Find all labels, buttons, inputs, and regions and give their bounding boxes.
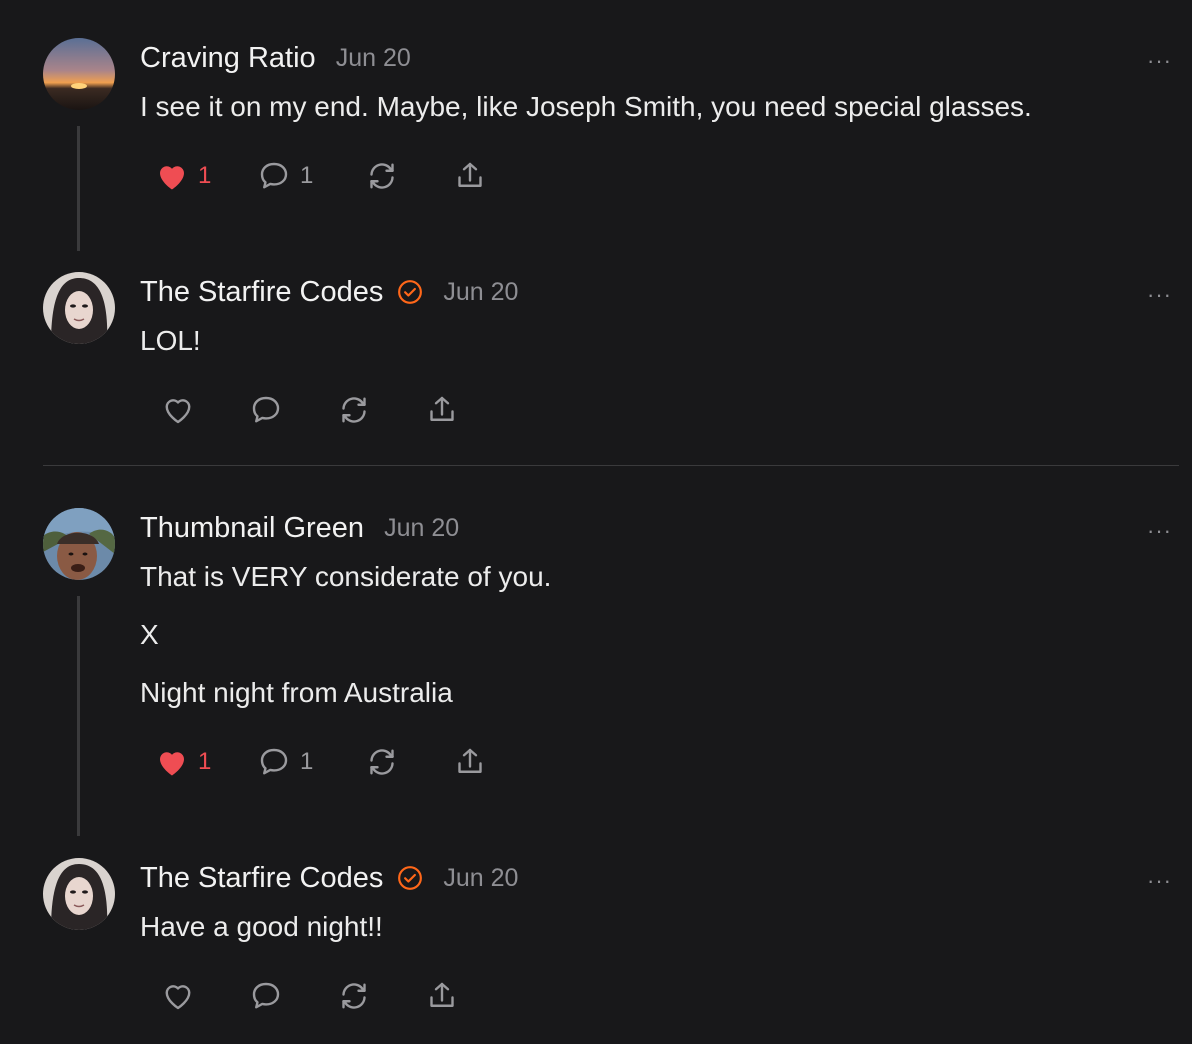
share-button[interactable] <box>424 976 460 1016</box>
comment-header: The Starfire Codes Jun 20 <box>140 272 518 312</box>
comment-icon <box>260 748 288 775</box>
reply-button[interactable]: 1 <box>256 742 313 782</box>
comment-date[interactable]: Jun 20 <box>336 44 411 73</box>
share-icon <box>458 162 482 187</box>
verified-icon <box>398 866 423 890</box>
comment-text: That is VERY considerate of you. <box>140 561 552 592</box>
comment-text: Have a good night!! <box>140 911 383 942</box>
share-icon <box>430 396 454 421</box>
share-icon <box>458 748 482 773</box>
like-count: 1 <box>198 748 212 775</box>
restack-icon <box>370 163 394 189</box>
more-icon[interactable]: ··· <box>1147 518 1172 544</box>
avatar[interactable] <box>43 508 115 580</box>
reply-count: 1 <box>300 162 314 189</box>
restack-icon <box>342 983 366 1009</box>
more-icon[interactable]: ··· <box>1147 868 1172 894</box>
comment-icon <box>252 982 280 1009</box>
share-button[interactable] <box>424 390 460 430</box>
restack-button[interactable] <box>336 390 372 430</box>
restack-button[interactable] <box>364 156 400 196</box>
share-button[interactable] <box>452 156 488 196</box>
avatar[interactable] <box>43 38 115 110</box>
avatar[interactable] <box>43 858 115 930</box>
heart-icon <box>160 752 184 776</box>
comment-date[interactable]: Jun 20 <box>443 864 518 893</box>
reply-count: 1 <box>300 748 314 775</box>
reply-button[interactable] <box>248 976 284 1016</box>
restack-button[interactable] <box>336 976 372 1016</box>
heart-icon <box>165 985 191 1010</box>
verified-icon <box>398 280 423 304</box>
more-icon[interactable]: ··· <box>1147 48 1172 74</box>
comment-header: The Starfire Codes Jun 20 <box>140 858 518 898</box>
comment-text: LOL! <box>140 325 201 356</box>
thread-line <box>77 126 80 251</box>
avatar[interactable] <box>43 272 115 344</box>
comment-date[interactable]: Jun 20 <box>384 514 459 543</box>
comment-icon <box>260 162 288 189</box>
share-button[interactable] <box>452 742 488 782</box>
reply-button[interactable]: 1 <box>256 156 313 196</box>
like-button[interactable]: 1 <box>154 156 211 196</box>
thread-line <box>77 596 80 836</box>
restack-button[interactable] <box>364 742 400 782</box>
author-name[interactable]: Thumbnail Green <box>140 512 364 545</box>
thread-divider <box>43 465 1179 466</box>
comment-header: Thumbnail Green Jun 20 <box>140 508 459 548</box>
author-name[interactable]: Craving Ratio <box>140 42 316 75</box>
share-icon <box>430 982 454 1007</box>
restack-icon <box>370 749 394 775</box>
author-name[interactable]: The Starfire Codes <box>140 862 383 895</box>
comment-icon <box>252 396 280 423</box>
restack-icon <box>342 397 366 423</box>
reply-button[interactable] <box>248 390 284 430</box>
comment-header: Craving Ratio Jun 20 <box>140 38 411 78</box>
like-button[interactable]: 1 <box>154 742 211 782</box>
like-button[interactable] <box>160 390 196 430</box>
comment-text: X <box>140 619 159 650</box>
heart-icon <box>160 166 184 190</box>
author-name[interactable]: The Starfire Codes <box>140 276 383 309</box>
like-count: 1 <box>198 162 212 189</box>
heart-icon <box>165 399 191 424</box>
comment-text: I see it on my end. Maybe, like Joseph S… <box>140 91 1032 122</box>
comment-text: Night night from Australia <box>140 677 453 708</box>
comment-date[interactable]: Jun 20 <box>443 278 518 307</box>
more-icon[interactable]: ··· <box>1147 282 1172 308</box>
like-button[interactable] <box>160 976 196 1016</box>
